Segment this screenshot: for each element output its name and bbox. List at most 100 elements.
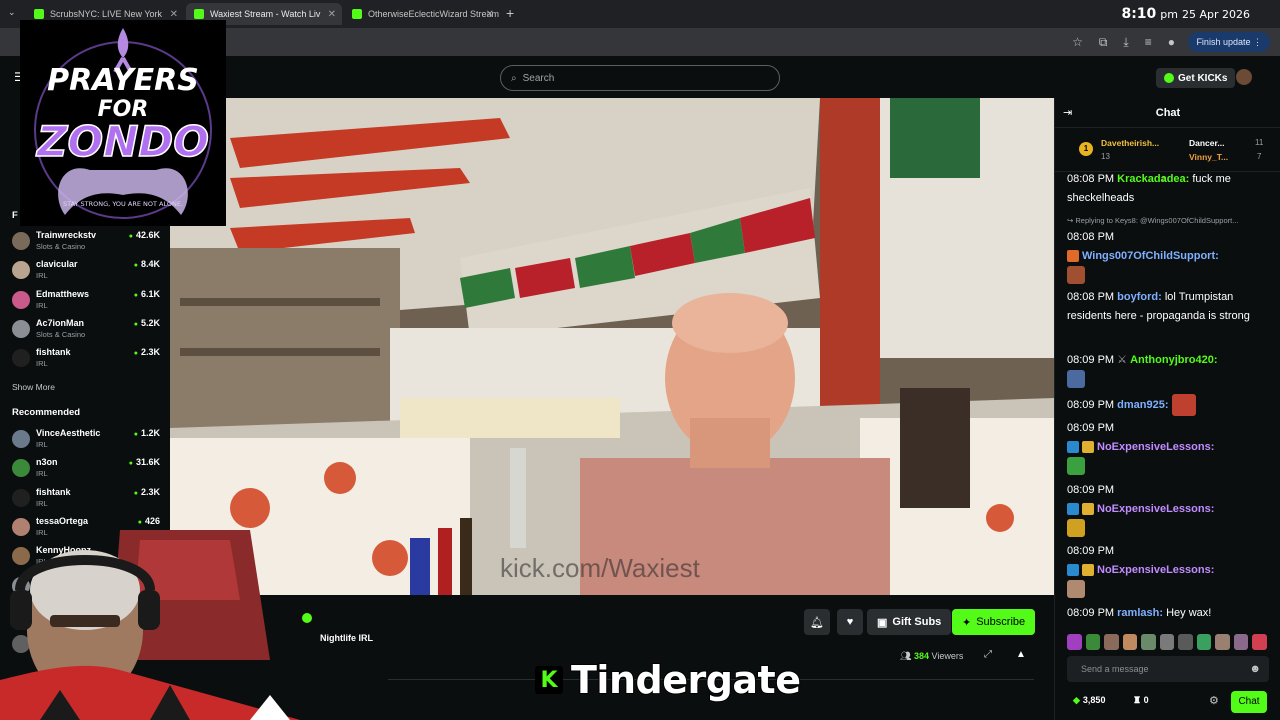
prayers-for-zondo-logo: PRAYERS FOR ZONDO STAY STRONG, YOU ARE N… <box>20 20 226 226</box>
gift-badge-icon <box>1082 564 1094 577</box>
search-input[interactable]: ⌕ Search <box>500 65 780 91</box>
leaderboard-name[interactable]: Davetheirish... <box>1101 138 1159 148</box>
message-user[interactable]: Anthonyjbro420: <box>1130 354 1217 366</box>
channel-viewers: 5.2K <box>134 318 160 328</box>
follow-button[interactable]: ♥ <box>837 609 863 635</box>
emote-icon[interactable] <box>1159 634 1175 650</box>
bell-icon: 🔔︎ <box>810 616 824 629</box>
chat-message: 08:09 PM ramlash: Hey wax! <box>1067 604 1267 623</box>
following-heading: F <box>12 210 18 221</box>
channel-avatar <box>12 349 30 368</box>
channel-name: Ac7ionMan <box>36 317 85 328</box>
emote-icon[interactable] <box>1104 634 1119 650</box>
message-time: 08:09 PM <box>1067 422 1115 434</box>
tab-otherwiseeclecticwizard[interactable]: OtherwiseEclecticWizard Stream ✕ <box>344 3 500 25</box>
chat-message: 08:09 PM ⚔ Anthonyjbro420: <box>1067 351 1267 389</box>
clock-ampm: pm <box>1160 8 1178 21</box>
leaderboard-name[interactable]: Vinny_T... <box>1189 152 1228 162</box>
emote-icon <box>1067 457 1085 476</box>
heart-icon: ♥ <box>846 616 854 628</box>
channel-category: IRL <box>36 440 48 449</box>
badge-icon <box>1067 441 1079 454</box>
close-tab-icon[interactable]: ✕ <box>486 9 494 20</box>
sidebar-channel-edmatthews[interactable]: EdmatthewsIRL 6.1K <box>12 289 162 317</box>
reply-context: ↪ Replying to Keys8: @Wings007OfChildSup… <box>1067 216 1239 225</box>
message-user[interactable]: NoExpensiveLessons: <box>1097 503 1214 515</box>
emote-icon[interactable] <box>1067 634 1082 650</box>
emote-icon[interactable] <box>1252 634 1268 650</box>
sidebar-channel-vinceaesthetic[interactable]: VinceAesthetic IRL 1.2K <box>12 428 162 456</box>
profile-icon[interactable]: ● <box>1168 35 1175 50</box>
viewers-icon: 👥︎ <box>900 651 912 661</box>
channel-avatar <box>12 430 30 448</box>
channel-name: fishtank <box>36 347 71 358</box>
message-user[interactable]: boyford: <box>1117 291 1162 303</box>
gift-badge-icon <box>1082 503 1094 516</box>
message-user[interactable]: Krackadadea: <box>1117 173 1189 185</box>
cast-icon[interactable]: ≡ <box>1145 35 1152 50</box>
emote-icon[interactable] <box>1085 634 1101 650</box>
leaderboard-count: 7 <box>1257 152 1262 161</box>
channel-viewers: 2.3K <box>134 487 160 497</box>
leaderboard-name[interactable]: Dancer... <box>1189 138 1224 148</box>
channel-name: clavicular <box>36 259 78 270</box>
channel-category: IRL <box>36 359 48 369</box>
emote-icon[interactable] <box>1178 634 1193 650</box>
subscribe-button[interactable]: ✦ Subscribe <box>952 609 1036 635</box>
sidebar-channel-fishtank[interactable]: fishtankIRL 2.3K <box>12 487 162 515</box>
clock-time: 8:10 <box>1121 6 1157 22</box>
get-kicks-label: Get KICKs <box>1178 72 1228 84</box>
cheer-count[interactable]: ♜ 0 <box>1133 695 1149 706</box>
sidebar-channel-ac7ionman[interactable]: Ac7ionManSlots & Casino 5.2K <box>12 318 162 346</box>
gift-subs-button[interactable]: ▣ Gift Subs <box>867 609 952 635</box>
send-chat-button[interactable]: Chat <box>1231 691 1267 713</box>
emote-icon[interactable] <box>1141 634 1156 650</box>
sidebar-channel-clavicular[interactable]: clavicularIRL 8.4K <box>12 259 162 287</box>
message-time: 08:09 PM <box>1067 354 1115 366</box>
extensions-icon[interactable]: ⧉ <box>1099 35 1108 50</box>
sword-icon: ⚔ <box>1117 354 1128 366</box>
message-user[interactable]: ramlash: <box>1117 607 1163 619</box>
emote-icon[interactable] <box>1233 634 1249 650</box>
report-icon[interactable]: ▲ <box>1016 649 1026 660</box>
channel-avatar <box>12 488 30 507</box>
finish-update-button[interactable]: Finish update ⋮ <box>1188 32 1270 52</box>
download-icon[interactable]: ⤓ <box>1123 35 1128 50</box>
get-kicks-button[interactable]: Get KICKs <box>1156 68 1236 88</box>
emote-icon[interactable] <box>1122 634 1138 650</box>
sidebar-channel-fishtank[interactable]: fishtankIRL 2.3K <box>12 347 162 375</box>
message-user[interactable]: NoExpensiveLessons: <box>1097 441 1214 453</box>
clock-date: 25 Apr 2026 <box>1181 8 1250 21</box>
star-icon[interactable]: ☆ <box>1072 35 1083 50</box>
message-user[interactable]: NoExpensiveLessons: <box>1097 564 1214 576</box>
viewer-count: 👥︎ 384 Viewers <box>900 651 963 662</box>
chat-message: 08:08 PM boyford: lol Trumpistan residen… <box>1067 288 1267 326</box>
share-icon[interactable]: ⤢ <box>984 649 992 660</box>
channel-avatar <box>12 290 30 309</box>
sidebar-channel-n3on[interactable]: n3onIRL 31.6K <box>12 457 162 485</box>
message-user[interactable]: dman925: <box>1117 399 1168 411</box>
user-avatar[interactable] <box>1236 69 1252 85</box>
kicks-balance[interactable]: 3,850 <box>1073 695 1106 706</box>
close-tab-icon[interactable]: ✕ <box>328 9 336 20</box>
sidebar-channel-trainwreckstv[interactable]: Trainwreckstv Slots & Casino 42.6K <box>12 230 162 258</box>
tab-list-icon[interactable]: ⌄ <box>8 7 16 18</box>
message-text: Hey wax! <box>1166 607 1212 619</box>
new-tab-button[interactable]: + <box>506 5 514 21</box>
emoji-icon[interactable]: ☻ <box>1249 656 1261 682</box>
emote-icon[interactable] <box>1196 634 1212 650</box>
notification-bell-button[interactable]: 🔔︎ <box>804 609 830 635</box>
channel-avatar <box>12 261 30 280</box>
emote-icon <box>1171 394 1196 416</box>
show-more-link[interactable]: Show More <box>12 382 55 392</box>
close-tab-icon[interactable]: ✕ <box>170 9 178 20</box>
chat-message-input[interactable]: Send a message ☻ <box>1067 656 1269 682</box>
logo-artwork: PRAYERS FOR ZONDO STAY STRONG, YOU ARE N… <box>20 20 226 226</box>
emote-icon[interactable] <box>1215 634 1230 650</box>
gear-icon[interactable]: ⚙ <box>1209 694 1219 707</box>
message-user[interactable]: Wings007OfChildSupport: <box>1082 250 1219 262</box>
subscribe-label: Subscribe <box>976 616 1026 628</box>
kick-favicon-icon <box>194 9 204 19</box>
message-time: 08:08 PM <box>1067 291 1115 303</box>
chat-leaderboard: 1 Davetheirish... 13 Dancer... 11 Vinny_… <box>1055 130 1280 172</box>
